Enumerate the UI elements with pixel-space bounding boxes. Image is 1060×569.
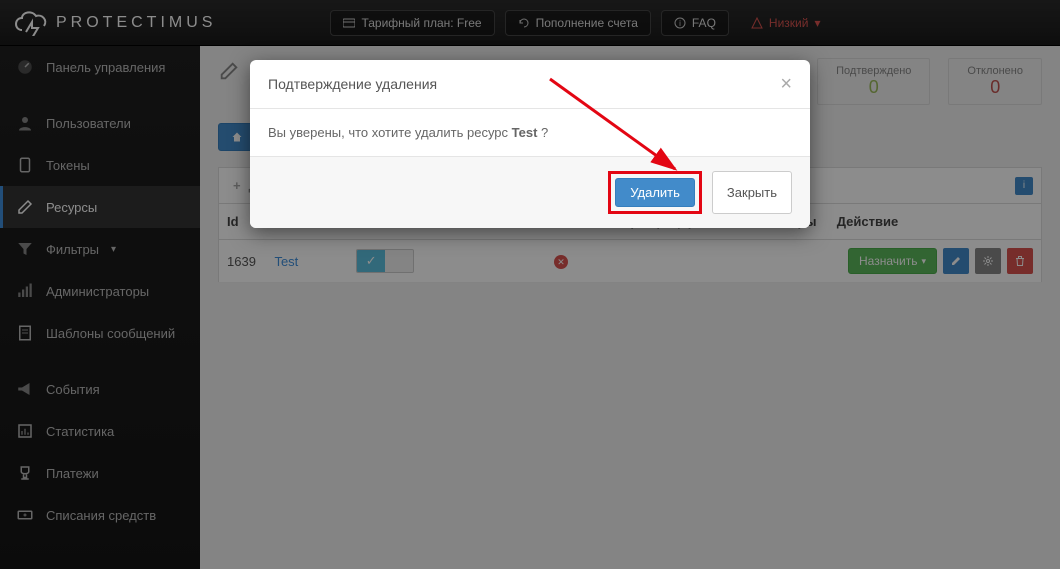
modal-resource-name: Test xyxy=(512,125,538,140)
confirm-delete-button[interactable]: Удалить xyxy=(615,178,695,207)
confirm-delete-modal: Подтверждение удаления × Вы уверены, что… xyxy=(250,60,810,228)
modal-title: Подтверждение удаления xyxy=(268,76,437,92)
modal-text-suffix: ? xyxy=(537,125,548,140)
modal-text-prefix: Вы уверены, что хотите удалить ресурс xyxy=(268,125,512,140)
modal-close-button[interactable]: × xyxy=(780,74,792,94)
modal-body: Вы уверены, что хотите удалить ресурс Te… xyxy=(250,109,810,156)
modal-overlay: Подтверждение удаления × Вы уверены, что… xyxy=(0,0,1060,569)
cancel-button[interactable]: Закрыть xyxy=(712,171,792,214)
delete-highlight: Удалить xyxy=(608,171,702,214)
